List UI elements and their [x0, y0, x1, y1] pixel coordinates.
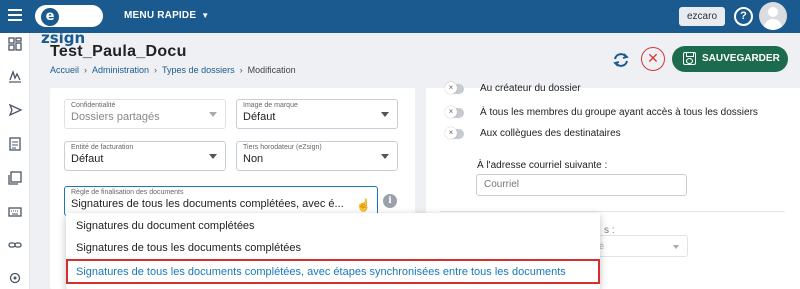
breadcrumb-accueil[interactable]: Accueil: [50, 65, 79, 75]
help-icon[interactable]: ?: [734, 7, 753, 26]
finalisation-dropdown-menu: Signatures du document complétées Signat…: [66, 213, 600, 289]
divider: [440, 211, 785, 212]
cancel-button[interactable]: ✕: [641, 47, 665, 71]
menu-icon[interactable]: [8, 9, 22, 21]
menu-rapide-button[interactable]: MENU RAPIDE ▼: [124, 10, 209, 21]
dropdown-option-synchronisees[interactable]: Signatures de tous les documents complét…: [66, 259, 600, 284]
link-icon[interactable]: [8, 238, 22, 252]
breadcrumb: Accueil › Administration › Types de dossiers…: [50, 65, 296, 75]
regle-finalisation-select[interactable]: Règle de finalisation des documents Sign…: [64, 186, 378, 216]
settings-icon[interactable]: [8, 271, 22, 285]
cursor-hand-icon: ☝: [356, 198, 371, 212]
toggle-collegues[interactable]: [445, 127, 464, 139]
user-chip[interactable]: ezcaro: [679, 7, 726, 26]
signature-icon[interactable]: [8, 69, 22, 83]
tiers-horodateur-select[interactable]: Tiers horodateur (eZsign) Non: [236, 141, 398, 171]
save-button[interactable]: SAUVEGARDER: [672, 46, 788, 72]
documents-icon[interactable]: [8, 171, 22, 185]
close-icon: ✕: [647, 50, 659, 66]
breadcrumb-types-dossiers[interactable]: Types de dossiers: [162, 65, 235, 75]
image-marque-select[interactable]: Image de marque Défaut: [236, 99, 398, 129]
breadcrumb-current: Modification: [247, 65, 296, 75]
chevron-down-icon: [209, 112, 217, 117]
toggle-createur[interactable]: [445, 82, 464, 94]
partial-select[interactable]: né: [590, 235, 688, 257]
email-label: À l'adresse courriel suivante :: [477, 160, 608, 171]
toggle-label-membres: À tous les membres du groupe ayant accès…: [480, 107, 758, 118]
chevron-down-icon: [209, 154, 217, 159]
toggle-label-collegues: Aux collègues des destinataires: [480, 128, 621, 139]
dashboard-icon[interactable]: [8, 37, 22, 51]
sync-icon[interactable]: [612, 51, 630, 69]
chevron-down-icon: [381, 154, 389, 159]
dropdown-option-tous-documents[interactable]: Signatures de tous les documents complét…: [76, 242, 301, 254]
left-nav: [0, 33, 30, 289]
send-icon[interactable]: [8, 103, 22, 117]
chevron-down-icon: ▼: [201, 11, 210, 20]
chevron-down-icon: [381, 112, 389, 117]
ezsign-logo[interactable]: ezsign: [35, 5, 103, 47]
document-icon[interactable]: [8, 137, 22, 151]
chevron-down-icon: [673, 245, 679, 249]
entite-facturation-select[interactable]: Entité de facturation Défaut: [64, 141, 226, 171]
dropdown-option-document[interactable]: Signatures du document complétées: [76, 220, 255, 232]
email-field[interactable]: Courriel: [476, 174, 687, 196]
save-icon: [683, 52, 696, 65]
breadcrumb-administration[interactable]: Administration: [92, 65, 149, 75]
confidentialite-select: Confidentialité Dossiers partagés: [64, 99, 226, 129]
avatar[interactable]: [759, 2, 787, 30]
keyboard-icon[interactable]: [8, 205, 22, 219]
toggle-membres-groupe[interactable]: [445, 106, 464, 118]
info-icon[interactable]: i: [383, 194, 397, 208]
toggle-label-createur: Au créateur du dossier: [480, 83, 581, 94]
top-bar: ezsign MENU RAPIDE ▼ ezcaro ?: [0, 0, 800, 47]
page-title: Test_Paula_Docu: [50, 43, 187, 60]
